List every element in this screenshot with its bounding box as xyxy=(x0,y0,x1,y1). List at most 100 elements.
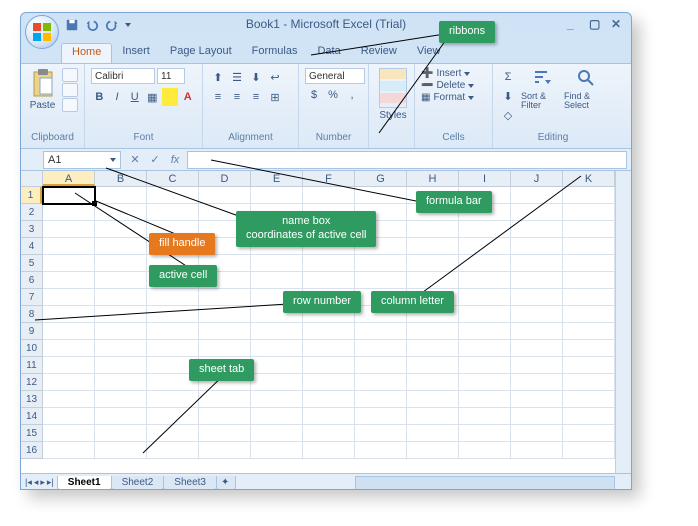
cancel-formula-button[interactable]: ✕ xyxy=(127,153,143,166)
merge-button[interactable]: ⊞ xyxy=(266,88,284,106)
fill-color-button[interactable] xyxy=(162,88,179,106)
cell[interactable] xyxy=(459,289,511,306)
cell[interactable] xyxy=(43,323,95,340)
cell[interactable] xyxy=(407,374,459,391)
cell[interactable] xyxy=(355,425,407,442)
tab-page-layout[interactable]: Page Layout xyxy=(160,43,242,63)
cell[interactable] xyxy=(355,323,407,340)
comma-button[interactable]: , xyxy=(343,86,361,104)
row-header[interactable]: 4 xyxy=(21,238,42,255)
cell[interactable] xyxy=(459,442,511,459)
cell[interactable] xyxy=(407,357,459,374)
cell[interactable] xyxy=(303,255,355,272)
cell[interactable] xyxy=(251,408,303,425)
cell[interactable] xyxy=(43,238,95,255)
cell[interactable] xyxy=(563,425,615,442)
cell[interactable] xyxy=(511,187,563,204)
column-header[interactable]: H xyxy=(407,171,459,186)
cell[interactable] xyxy=(43,425,95,442)
row-header[interactable]: 15 xyxy=(21,425,42,442)
row-header[interactable]: 16 xyxy=(21,442,42,459)
number-format-select[interactable]: General xyxy=(305,68,365,84)
minimize-button[interactable]: _ xyxy=(567,17,581,29)
italic-button[interactable]: I xyxy=(109,88,126,106)
align-left-button[interactable]: ≡ xyxy=(209,88,227,106)
cell[interactable] xyxy=(511,272,563,289)
autosum-button[interactable]: Σ xyxy=(499,68,517,86)
column-header[interactable]: G xyxy=(355,171,407,186)
copy-button[interactable] xyxy=(62,83,78,97)
cell[interactable] xyxy=(511,289,563,306)
cell[interactable] xyxy=(95,374,147,391)
cell[interactable] xyxy=(511,357,563,374)
cell[interactable] xyxy=(511,323,563,340)
row-header[interactable]: 6 xyxy=(21,272,42,289)
cell[interactable] xyxy=(43,187,95,204)
cell[interactable] xyxy=(459,425,511,442)
cell[interactable] xyxy=(563,391,615,408)
cell[interactable] xyxy=(199,442,251,459)
cell[interactable] xyxy=(251,442,303,459)
align-middle-button[interactable]: ☰ xyxy=(228,68,246,86)
column-header[interactable]: I xyxy=(459,171,511,186)
cell[interactable] xyxy=(407,442,459,459)
cell[interactable] xyxy=(303,323,355,340)
cell[interactable] xyxy=(407,238,459,255)
cell[interactable] xyxy=(147,442,199,459)
cell[interactable] xyxy=(563,323,615,340)
cell[interactable] xyxy=(251,187,303,204)
cell[interactable] xyxy=(563,255,615,272)
format-painter-button[interactable] xyxy=(62,98,78,112)
cell[interactable] xyxy=(407,391,459,408)
row-header[interactable]: 5 xyxy=(21,255,42,272)
cell[interactable] xyxy=(459,306,511,323)
cell[interactable] xyxy=(511,255,563,272)
qat-more-icon[interactable] xyxy=(125,23,131,27)
select-all-corner[interactable] xyxy=(21,171,43,187)
sheet-nav-last-icon[interactable]: ▸| xyxy=(47,477,54,488)
cell[interactable] xyxy=(563,272,615,289)
cell[interactable] xyxy=(407,255,459,272)
cell[interactable] xyxy=(511,238,563,255)
cell[interactable] xyxy=(43,306,95,323)
cell[interactable] xyxy=(459,323,511,340)
paste-button[interactable]: Paste xyxy=(27,68,58,111)
cell[interactable] xyxy=(563,357,615,374)
cell[interactable] xyxy=(355,340,407,357)
sheet-nav-next-icon[interactable]: ▸ xyxy=(40,477,45,488)
column-header[interactable]: D xyxy=(199,171,251,186)
cell[interactable] xyxy=(43,289,95,306)
cell[interactable] xyxy=(407,221,459,238)
cell[interactable] xyxy=(355,442,407,459)
sort-filter-button[interactable]: Sort & Filter xyxy=(521,68,560,110)
sheet-tab-3[interactable]: Sheet3 xyxy=(163,476,217,490)
cell[interactable] xyxy=(251,425,303,442)
column-header[interactable]: C xyxy=(147,171,199,186)
cell[interactable] xyxy=(303,272,355,289)
cell[interactable] xyxy=(511,306,563,323)
tab-insert[interactable]: Insert xyxy=(112,43,160,63)
vertical-scrollbar[interactable] xyxy=(615,171,631,473)
align-center-button[interactable]: ≡ xyxy=(228,88,246,106)
cell[interactable] xyxy=(95,204,147,221)
row-header[interactable]: 9 xyxy=(21,323,42,340)
cell[interactable] xyxy=(43,272,95,289)
cut-button[interactable] xyxy=(62,68,78,82)
cell[interactable] xyxy=(355,374,407,391)
cell[interactable] xyxy=(407,425,459,442)
cell[interactable] xyxy=(251,272,303,289)
cell[interactable] xyxy=(563,221,615,238)
cell[interactable] xyxy=(563,204,615,221)
cell[interactable] xyxy=(95,408,147,425)
tab-review[interactable]: Review xyxy=(351,43,407,63)
cell[interactable] xyxy=(511,204,563,221)
cell[interactable] xyxy=(199,425,251,442)
cell[interactable] xyxy=(303,187,355,204)
cell[interactable] xyxy=(147,391,199,408)
cell[interactable] xyxy=(95,272,147,289)
cell[interactable] xyxy=(95,391,147,408)
cell[interactable] xyxy=(95,238,147,255)
maximize-button[interactable]: ▢ xyxy=(589,17,603,29)
row-header[interactable]: 11 xyxy=(21,357,42,374)
name-box[interactable]: A1 xyxy=(43,151,121,169)
